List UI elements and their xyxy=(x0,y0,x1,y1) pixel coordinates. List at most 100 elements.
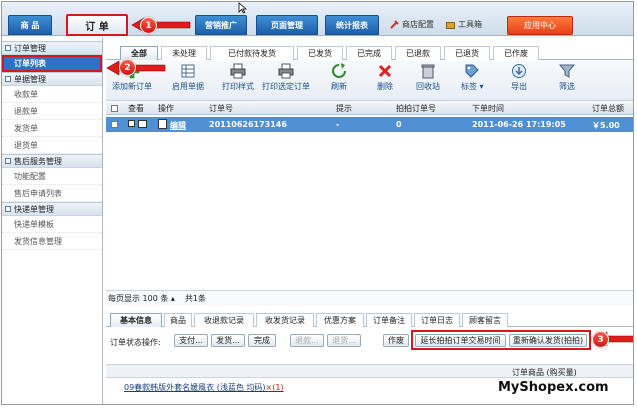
tab-goods[interactable]: 商品 xyxy=(164,313,192,327)
sidebar-item-receipts[interactable]: 收款单 xyxy=(2,86,102,103)
ship-button[interactable]: 发货... xyxy=(211,334,245,347)
sidebar-group-express[interactable]: 快递单管理 xyxy=(2,202,102,216)
tab-order-notes[interactable]: 订单备注 xyxy=(366,313,412,327)
tab-unprocessed[interactable]: 未处理 xyxy=(161,46,207,60)
wrench-icon xyxy=(390,20,399,29)
tab-customer-messages[interactable]: 顾客留言 xyxy=(462,313,508,327)
sidebar-item-deliveries[interactable]: 发货单 xyxy=(2,120,102,137)
store-config-link[interactable]: 商店配置 xyxy=(390,19,434,30)
tab-paid-pending[interactable]: 已付款待发货 xyxy=(210,46,294,60)
callout-arrow-icon xyxy=(106,60,166,75)
print-style-button[interactable]: 打印样式 xyxy=(222,63,254,92)
filter-button[interactable]: 筛选 xyxy=(559,63,575,92)
nav-reports[interactable]: 统计报表 xyxy=(325,15,379,35)
row-checkbox[interactable] xyxy=(111,121,118,128)
watermark: MyShopex.com xyxy=(498,380,609,395)
col-hint[interactable]: 提示 xyxy=(336,103,352,114)
callout-badge: 3 xyxy=(592,331,609,348)
goods-header-label: 订单商品 (购买量) xyxy=(512,368,577,377)
tab-returned[interactable]: 已退货 xyxy=(444,46,490,60)
tab-completed[interactable]: 已完成 xyxy=(346,46,392,60)
return-button[interactable]: 退货... xyxy=(327,334,361,347)
refresh-button[interactable]: 刷新 xyxy=(331,63,347,92)
col-total[interactable]: 订单总额 xyxy=(592,103,624,114)
cell-hint: - xyxy=(336,120,340,129)
reconfirm-shipment-button[interactable]: 重新确认发货(拍拍) xyxy=(509,334,587,347)
tab-all[interactable]: 全部 xyxy=(120,46,158,60)
col-order-time[interactable]: 下单时间 xyxy=(472,103,504,114)
document-grid-icon xyxy=(181,64,195,78)
col-action: 操作 xyxy=(158,104,174,113)
tool-label: 导出 xyxy=(511,82,527,91)
refund-button[interactable]: 退款... xyxy=(290,334,324,347)
goods-qty: ×(1) xyxy=(265,383,284,392)
tab-refunded[interactable]: 已退款 xyxy=(395,46,441,60)
sidebar-item-order-list[interactable]: 订单列表 xyxy=(2,55,102,72)
expand-icon xyxy=(5,76,11,82)
printer-icon xyxy=(230,63,246,79)
sidebar-group-aftersales[interactable]: 售后服务管理 xyxy=(2,154,102,168)
pager-bar: 每页显示 100 条 ▴ 共1条 xyxy=(106,290,633,306)
toolbox-link[interactable]: 工具箱 xyxy=(446,19,482,30)
goods-item-link[interactable]: 09春款韩版外套名媛風衣 (浅蓝色 均码)×(1) xyxy=(124,382,284,393)
select-all-checkbox[interactable] xyxy=(111,105,118,112)
nav-products[interactable]: 商 品 xyxy=(8,15,52,35)
sidebar-group-documents[interactable]: 单据管理 xyxy=(2,72,102,86)
nav-marketing[interactable]: 营销推广 xyxy=(195,15,247,35)
edit-link[interactable]: 编辑 xyxy=(170,120,186,131)
tab-promotions[interactable]: 优惠方案 xyxy=(316,313,364,327)
per-page-select[interactable]: 每页显示 100 条 ▴ xyxy=(108,293,175,304)
cell-total: ￥5.00 xyxy=(592,121,620,130)
toolbox-label: 工具箱 xyxy=(458,20,482,29)
extend-trade-time-button[interactable]: 延长拍拍订单交易时间 xyxy=(415,334,506,347)
table-row[interactable]: 编辑 20110626173146 - 0 2011-06-26 17:19:0… xyxy=(106,117,633,132)
tab-basic-info[interactable]: 基本信息 xyxy=(110,313,162,327)
total-count: 共1条 xyxy=(184,294,207,303)
app-window: 商 品 订 单 营销推广 页面管理 统计报表 商店配置 工具箱 应用中心 订单管… xyxy=(1,1,634,405)
sidebar-item-shipping-info[interactable]: 发货信息管理 xyxy=(2,233,102,250)
enable-docs-button[interactable]: 启用单据 xyxy=(172,63,204,92)
export-button[interactable]: 导出 xyxy=(511,63,527,92)
sidebar-item-returns[interactable]: 退货单 xyxy=(2,137,102,154)
list-empty-area xyxy=(106,133,633,290)
complete-button[interactable]: 完成 xyxy=(248,334,276,347)
col-order-no[interactable]: 订单号 xyxy=(209,103,233,114)
app-center-button[interactable]: 应用中心 xyxy=(507,16,573,35)
tab-voided[interactable]: 已作废 xyxy=(493,46,539,60)
group-label: 快递单管理 xyxy=(14,204,54,214)
filter-icon xyxy=(559,64,575,78)
tab-payment-records[interactable]: 收退款记录 xyxy=(194,313,254,327)
per-page-label: 每页显示 100 条 xyxy=(108,294,169,303)
goods-item-name: 09春款韩版外套名媛風衣 (浅蓝色 均码) xyxy=(124,383,266,392)
tag-dropdown[interactable]: 标签 ▾ xyxy=(461,63,484,92)
pay-button[interactable]: 支付... xyxy=(174,334,208,347)
printer-icon xyxy=(278,63,294,79)
tab-shipped[interactable]: 已发货 xyxy=(297,46,343,60)
sidebar-item-feature-config[interactable]: 功能配置 xyxy=(2,168,102,185)
sidebar-item-express-templates[interactable]: 快递单模板 xyxy=(2,216,102,233)
sidebar-group-order-mgmt[interactable]: 订单管理 xyxy=(2,41,102,55)
view-detail-icon[interactable] xyxy=(138,120,147,128)
ops-label: 订单状态操作: xyxy=(110,338,161,347)
recycle-bin-button[interactable]: 回收站 xyxy=(416,63,440,92)
void-button[interactable]: 作废 xyxy=(383,334,409,347)
sidebar-item-aftersales-requests[interactable]: 售后申请列表 xyxy=(2,185,102,202)
tag-icon xyxy=(465,64,479,78)
order-goods-header: 订单商品 (购买量) xyxy=(106,364,633,378)
tab-order-log[interactable]: 订单日志 xyxy=(414,313,460,327)
top-nav: 商 品 订 单 营销推广 页面管理 统计报表 商店配置 工具箱 应用中心 xyxy=(2,2,633,36)
nav-pages[interactable]: 页面管理 xyxy=(256,15,318,35)
col-paipai-no[interactable]: 拍拍订单号 xyxy=(396,103,436,114)
expand-icon xyxy=(5,158,11,164)
cell-order-time: 2011-06-26 17:19:05 xyxy=(472,120,566,129)
nav-orders[interactable]: 订 单 xyxy=(66,14,128,36)
print-selected-button[interactable]: 打印选定订单 xyxy=(262,63,310,92)
sidebar: 订单管理 订单列表 单据管理 收款单 退款单 发货单 退货单 售后服务管理 功能… xyxy=(2,37,103,404)
cell-paipai-no: 0 xyxy=(396,120,402,129)
col-view: 查看 xyxy=(128,104,144,113)
tab-shipping-records[interactable]: 收发货记录 xyxy=(256,313,314,327)
expand-row-icon[interactable] xyxy=(128,120,135,127)
tool-label: 启用单据 xyxy=(172,82,204,91)
delete-button[interactable]: 删除 xyxy=(377,63,393,92)
sidebar-item-refunds[interactable]: 退款单 xyxy=(2,103,102,120)
